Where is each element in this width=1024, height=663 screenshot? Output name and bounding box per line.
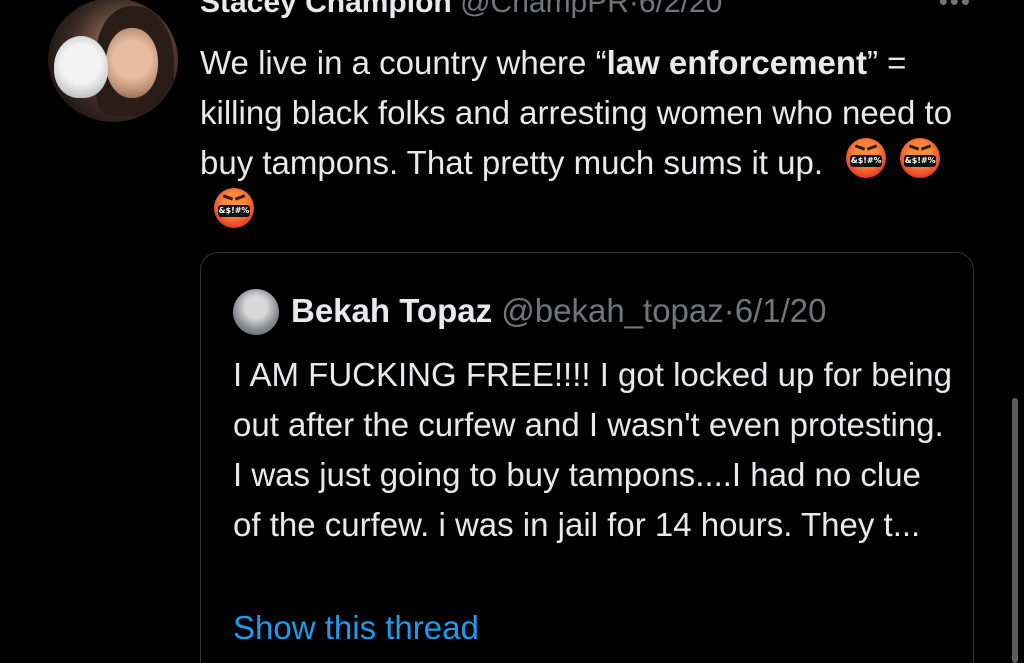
- author-avatar[interactable]: [48, 0, 178, 122]
- author-handle[interactable]: @ChampPR: [460, 0, 629, 19]
- quoted-tweet-header: Bekah Topaz @bekah_topaz·6/1/20: [291, 289, 827, 333]
- quoted-tweet-text: I AM FUCKING FREE!!!! I got locked up fo…: [233, 356, 952, 543]
- face-with-symbols-on-mouth-icon: &$!#%: [900, 138, 941, 178]
- quoted-author-name: Bekah Topaz: [291, 292, 493, 329]
- tweet-date[interactable]: 6/2/20: [639, 0, 722, 19]
- face-with-symbols-on-mouth-icon: &$!#%: [846, 138, 887, 178]
- avatar-face: [106, 28, 158, 98]
- quoted-header-separator: ·: [723, 292, 735, 329]
- scrollbar[interactable]: [1012, 398, 1018, 663]
- tweet-header: Stacey Champion @ChampPR·6/2/20: [200, 0, 722, 23]
- tweet-text-part-1: We live in a country where “: [200, 44, 607, 81]
- tweet-text-bold: law enforcement: [606, 44, 867, 81]
- more-options-icon[interactable]: •••: [939, 0, 972, 17]
- avatar-dog: [54, 36, 108, 98]
- quoted-author-avatar[interactable]: [233, 289, 279, 335]
- quoted-tweet[interactable]: Bekah Topaz @bekah_topaz·6/1/20 I AM FUC…: [200, 252, 974, 663]
- tweet-text: We live in a country where “law enforcem…: [200, 38, 990, 238]
- show-thread-link[interactable]: Show this thread: [233, 606, 479, 650]
- quoted-tweet-date: 6/1/20: [734, 292, 827, 329]
- quoted-author-handle: @bekah_topaz: [501, 292, 724, 329]
- face-with-symbols-on-mouth-icon: &$!#%: [214, 188, 254, 228]
- author-name[interactable]: Stacey Champion: [200, 0, 452, 19]
- header-separator: ·: [628, 0, 639, 19]
